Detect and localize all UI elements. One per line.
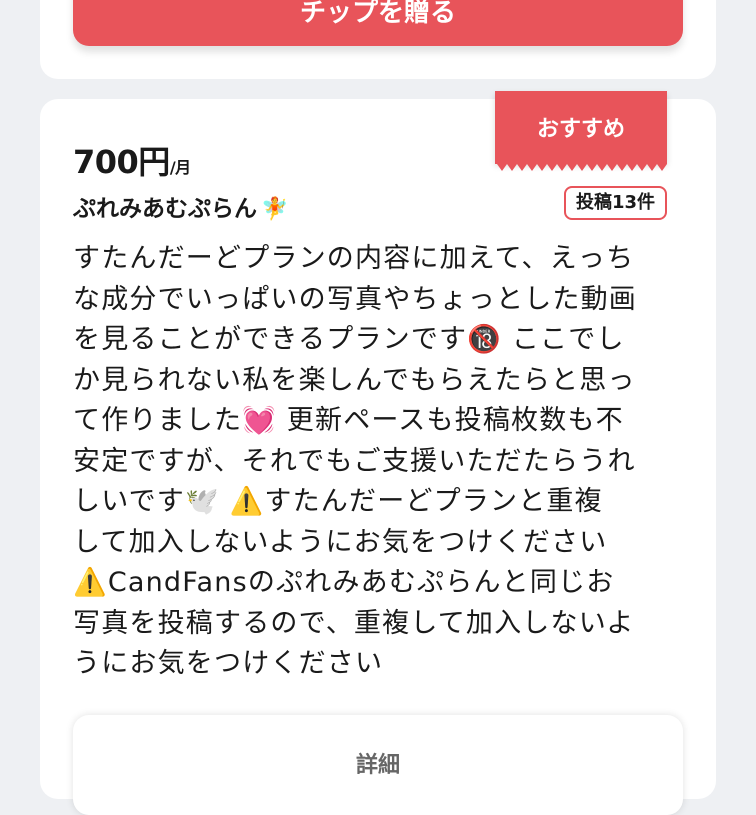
description-line: して加入しないようにお気をつけください (73, 526, 608, 558)
description-line: な成分でいっぱいの写真やちょっとした動画 (73, 283, 637, 315)
plan-card: おすすめ 700円/月 ぷれみあむぷらん 🧚 投稿13件 すたんだーどプランの内容… (40, 91, 716, 815)
plan-name-text: ぷれみあむぷらん (73, 196, 257, 222)
plan-price: 700円/月 (73, 137, 191, 183)
description-line: 安定ですが、それでもご支援いただたらうれ (73, 445, 636, 477)
fairy-icon: 🧚 (261, 197, 289, 222)
price-value: 700円 (73, 143, 170, 181)
tip-card: チップを贈る (40, 0, 716, 79)
send-tip-button[interactable]: チップを贈る (73, 0, 683, 46)
recommend-ribbon: おすすめ (495, 91, 667, 171)
plan-description: すたんだーどプランの内容に加えて、えっち な成分でいっぱいの写真やちょっとした動… (73, 239, 685, 685)
post-count-badge: 投稿13件 (564, 186, 668, 220)
description-line: て作りました💓 更新ペースも投稿枚数も不 (73, 405, 624, 436)
plan-name: ぷれみあむぷらん 🧚 (73, 189, 288, 223)
description-line: か見られない私を楽しんでもらえたらと思っ (73, 364, 636, 396)
price-unit: /月 (169, 158, 191, 177)
description-line: ⚠️CandFansのぷれみあむぷらんと同じお (73, 567, 615, 598)
details-button[interactable]: 詳細 (73, 715, 683, 815)
ribbon-zigzag-edge (495, 162, 667, 171)
description-line: しいです🕊️ ⚠️すたんだーどプランと重複 (73, 486, 603, 517)
description-line: すたんだーどプランの内容に加えて、えっち (73, 243, 635, 274)
description-line: 写真を投稿するので、重複して加入しないよ (73, 607, 635, 639)
description-line: を見ることができるプランです🔞 ここでし (73, 324, 625, 355)
recommend-label: おすすめ (536, 117, 625, 142)
description-line: うにお気をつけください (73, 648, 384, 679)
send-tip-label: チップを贈る (299, 0, 456, 27)
